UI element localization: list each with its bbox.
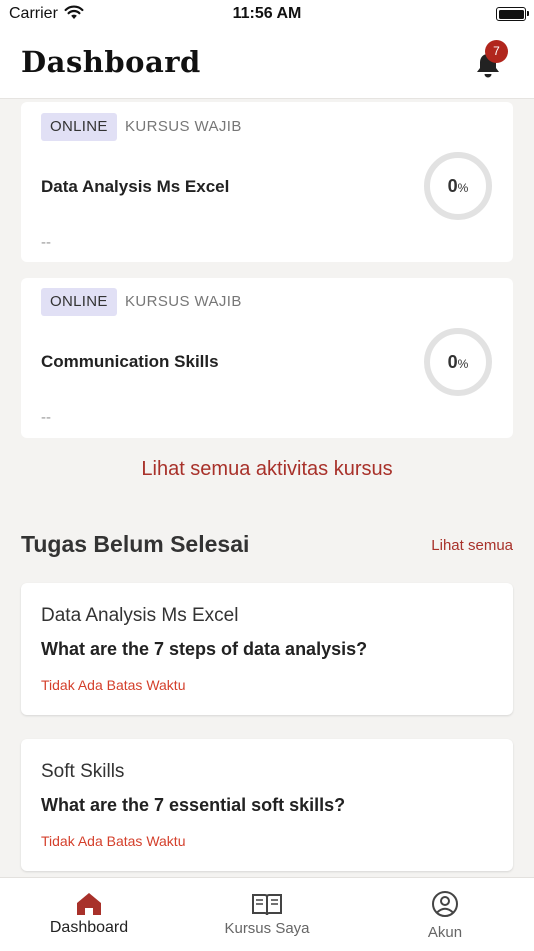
tab-kursus-saya[interactable]: Kursus Saya xyxy=(178,878,356,951)
tasks-section-title: Tugas Belum Selesai xyxy=(21,531,250,557)
course-type-label: KURSUS WAJIB xyxy=(125,118,242,135)
task-deadline: Tidak Ada Batas Waktu xyxy=(41,833,186,849)
notification-badge: 7 xyxy=(485,40,508,63)
task-card[interactable]: Data Analysis Ms Excel What are the 7 st… xyxy=(21,583,513,715)
battery-icon xyxy=(496,7,529,21)
progress-ring: 0% xyxy=(423,151,493,221)
task-deadline: Tidak Ada Batas Waktu xyxy=(41,677,186,693)
tab-label: Akun xyxy=(427,924,463,941)
course-card[interactable]: ONLINE KURSUS WAJIB Communication Skills… xyxy=(21,278,513,438)
app-header: Dashboard 7 xyxy=(0,30,534,99)
course-subtitle: -- xyxy=(41,234,51,251)
task-course-name: Soft Skills xyxy=(41,761,125,782)
mode-tag: ONLINE xyxy=(41,288,117,316)
see-all-activity-link[interactable]: Lihat semua aktivitas kursus xyxy=(0,458,534,481)
course-card[interactable]: ONLINE KURSUS WAJIB Data Analysis Ms Exc… xyxy=(21,102,513,262)
course-subtitle: -- xyxy=(41,409,51,426)
account-icon xyxy=(432,891,458,917)
book-icon xyxy=(252,894,282,916)
notifications-button[interactable]: 7 xyxy=(472,40,512,84)
task-question: What are the 7 steps of data analysis? xyxy=(41,639,368,659)
tab-label: Kursus Saya xyxy=(224,920,310,937)
page-title: Dashboard xyxy=(21,45,201,79)
status-time: 11:56 AM xyxy=(232,5,302,22)
task-card[interactable]: Soft Skills What are the 7 essential sof… xyxy=(21,739,513,871)
progress-value: 0% xyxy=(447,352,469,372)
tab-dashboard[interactable]: Dashboard xyxy=(0,878,178,951)
see-all-tasks-link[interactable]: Lihat semua xyxy=(431,537,513,554)
home-icon xyxy=(77,893,101,915)
progress-value: 0% xyxy=(447,176,469,196)
tab-label: Dashboard xyxy=(49,919,129,936)
course-title: Communication Skills xyxy=(41,352,219,371)
bottom-tab-bar: Dashboard Kursus Saya Akun xyxy=(0,877,534,951)
course-type-label: KURSUS WAJIB xyxy=(125,293,242,310)
task-course-name: Data Analysis Ms Excel xyxy=(41,605,239,626)
task-question: What are the 7 essential soft skills? xyxy=(41,795,346,815)
status-bar: Carrier 11:56 AM xyxy=(0,0,534,30)
course-title: Data Analysis Ms Excel xyxy=(41,177,230,196)
mode-tag: ONLINE xyxy=(41,113,117,141)
progress-ring: 0% xyxy=(423,327,493,397)
tab-akun[interactable]: Akun xyxy=(356,878,534,951)
